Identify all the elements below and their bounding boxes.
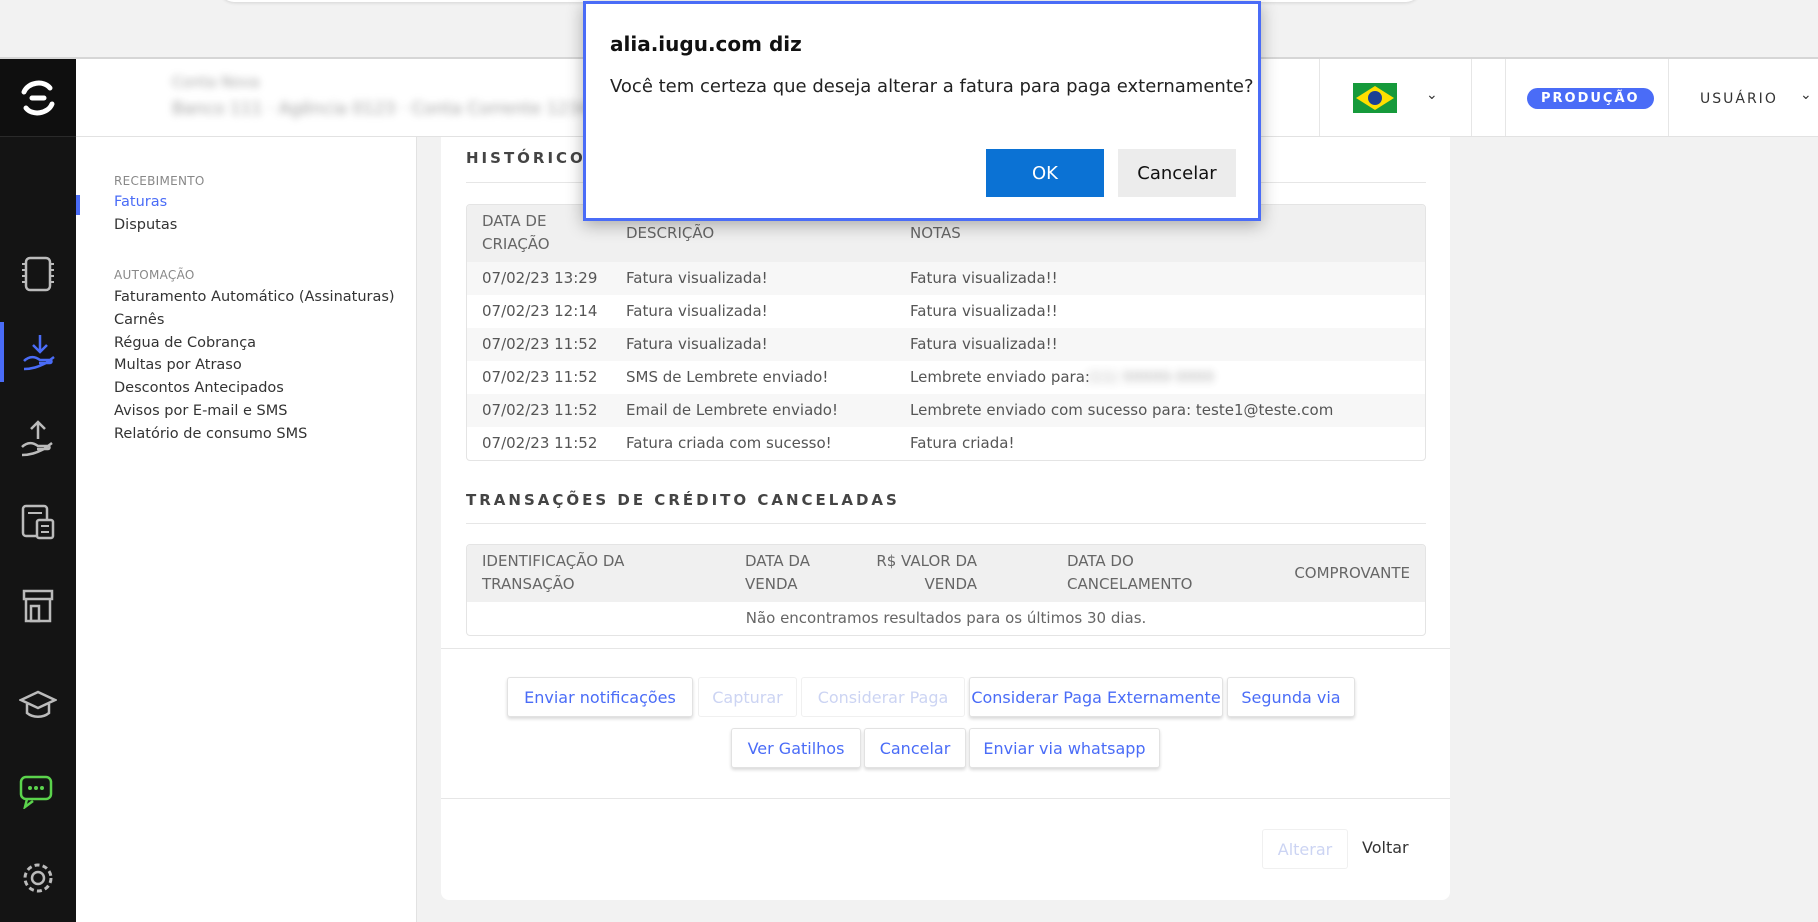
section-sidebar: RECEBIMENTO Faturas Disputas AUTOMAÇÃO F… <box>76 137 417 922</box>
icon-sidebar <box>0 59 76 922</box>
redacted-phone: (11) 99999-9999 <box>1087 368 1214 386</box>
sidebar-item-regua-cobranca[interactable]: Régua de Cobrança <box>114 335 256 351</box>
iugu-logo[interactable] <box>0 59 76 137</box>
nav-invoice-icon[interactable] <box>0 244 76 304</box>
user-menu[interactable]: USUÁRIO <box>1700 91 1778 107</box>
considerar-paga-button[interactable]: Considerar Paga <box>801 677 965 717</box>
col-identificacao: IDENTIFICAÇÃO DA TRANSAÇÃO <box>482 552 625 593</box>
row-note: Fatura visualizada!! <box>910 335 1058 353</box>
account-name: Conta Nova <box>172 73 260 91</box>
dialog-message: Você tem certeza que deseja alterar a fa… <box>610 76 1254 97</box>
language-chevron-down-icon[interactable]: ⌄ <box>1426 87 1438 103</box>
nav-education-icon[interactable] <box>0 675 76 735</box>
table-row: 07/02/23 12:14 Fatura visualizada! Fatur… <box>467 295 1425 328</box>
sidebar-item-descontos[interactable]: Descontos Antecipados <box>114 380 284 396</box>
sidebar-item-relatorio-sms[interactable]: Relatório de consumo SMS <box>114 426 307 442</box>
row-note: Lembrete enviado para: <box>910 368 1090 386</box>
sidebar-item-disputas[interactable]: Disputas <box>114 217 177 233</box>
row-note: Fatura criada! <box>910 434 1015 452</box>
table-row: 07/02/23 11:52 Email de Lembrete enviado… <box>467 394 1425 427</box>
environment-badge: PRODUÇÃO <box>1527 88 1654 109</box>
cancelar-invoice-button[interactable]: Cancelar <box>864 728 966 768</box>
sidebar-item-carnes[interactable]: Carnês <box>114 312 164 328</box>
col-valor-venda: R$ VALOR DA VENDA <box>876 552 977 593</box>
nav-gear-icon[interactable] <box>0 848 76 908</box>
row-date: 07/02/23 11:52 <box>482 434 598 452</box>
header-separator <box>1505 59 1506 136</box>
dialog-ok-button[interactable]: OK <box>986 149 1104 197</box>
col-comprovante: COMPROVANTE <box>1294 564 1410 582</box>
invoice-card: HISTÓRICO DATA DE CRIAÇÃO DESCRIÇÃO NOTA… <box>441 137 1450 900</box>
table-row: 07/02/23 11:52 Fatura criada com sucesso… <box>467 427 1425 460</box>
divider <box>441 648 1450 649</box>
dialog-title: alia.iugu.com diz <box>610 32 802 56</box>
col-data-venda: DATA DA VENDA <box>745 552 810 593</box>
historico-title: HISTÓRICO <box>466 149 586 167</box>
historico-table: DATA DE CRIAÇÃO DESCRIÇÃO NOTAS 07/02/23… <box>466 204 1426 461</box>
segunda-via-button[interactable]: Segunda via <box>1227 677 1355 717</box>
account-info: Conta Nova Banco 111 · Agência 0123 · Co… <box>172 73 612 123</box>
divider <box>466 523 1426 524</box>
table-header: IDENTIFICAÇÃO DA TRANSAÇÃO DATA DA VENDA… <box>467 545 1425 602</box>
capturar-button[interactable]: Capturar <box>698 677 797 717</box>
row-desc: Fatura visualizada! <box>626 302 768 320</box>
dialog-cancel-button[interactable]: Cancelar <box>1118 149 1236 197</box>
enviar-notificacoes-button[interactable]: Enviar notificações <box>507 677 693 717</box>
user-chevron-down-icon[interactable]: ⌄ <box>1800 87 1812 103</box>
row-desc: Fatura criada com sucesso! <box>626 434 832 452</box>
active-indicator <box>76 195 80 215</box>
nav-store-icon[interactable] <box>0 576 76 636</box>
transacoes-table: IDENTIFICAÇÃO DA TRANSAÇÃO DATA DA VENDA… <box>466 544 1426 636</box>
divider <box>441 798 1450 799</box>
row-date: 07/02/23 11:52 <box>482 335 598 353</box>
voltar-link[interactable]: Voltar <box>1362 838 1409 857</box>
account-bank: Banco 111 · Agência 0123 · Conta Corrent… <box>172 99 601 119</box>
row-date: 07/02/23 11:52 <box>482 368 598 386</box>
transacoes-title: TRANSAÇÕES DE CRÉDITO CANCELADAS <box>466 491 900 509</box>
section-title-recebimento: RECEBIMENTO <box>114 174 205 188</box>
logo-icon <box>21 80 55 115</box>
row-date: 07/02/23 13:29 <box>482 269 598 287</box>
header-separator <box>1471 59 1472 136</box>
header-separator <box>1319 59 1320 136</box>
table-row: 07/02/23 11:52 Fatura visualizada! Fatur… <box>467 328 1425 361</box>
confirm-dialog: alia.iugu.com diz Você tem certeza que d… <box>583 1 1261 221</box>
col-descricao: DESCRIÇÃO <box>626 224 715 242</box>
sidebar-item-multas[interactable]: Multas por Atraso <box>114 357 242 373</box>
nav-send-icon[interactable] <box>0 408 76 468</box>
row-note: Fatura visualizada!! <box>910 302 1058 320</box>
table-body: 07/02/23 13:29 Fatura visualizada! Fatur… <box>467 262 1425 460</box>
col-data-cancelamento: DATA DO CANCELAMENTO <box>1067 552 1193 593</box>
col-notas: NOTAS <box>910 224 961 242</box>
section-title-automacao: AUTOMAÇÃO <box>114 268 195 282</box>
row-desc: Email de Lembrete enviado! <box>626 401 838 419</box>
ver-gatilhos-button[interactable]: Ver Gatilhos <box>731 728 861 768</box>
row-date: 07/02/23 11:52 <box>482 401 598 419</box>
considerar-paga-externamente-button[interactable]: Considerar Paga Externamente <box>969 677 1223 717</box>
row-desc: Fatura visualizada! <box>626 269 768 287</box>
row-date: 07/02/23 12:14 <box>482 302 598 320</box>
row-desc: Fatura visualizada! <box>626 335 768 353</box>
row-note: Fatura visualizada!! <box>910 269 1058 287</box>
brazil-flag-icon[interactable] <box>1353 83 1397 117</box>
nav-calculator-icon[interactable] <box>0 492 76 552</box>
nav-receive-icon[interactable] <box>0 322 76 382</box>
alterar-button[interactable]: Alterar <box>1262 829 1348 869</box>
enviar-whatsapp-button[interactable]: Enviar via whatsapp <box>969 728 1160 768</box>
sidebar-item-faturas[interactable]: Faturas <box>114 194 167 210</box>
header-separator <box>1668 59 1669 136</box>
col-data-criacao: DATA DE CRIAÇÃO <box>482 212 550 253</box>
empty-message: Não encontramos resultados para os últim… <box>745 609 1147 627</box>
sidebar-item-avisos[interactable]: Avisos por E-mail e SMS <box>114 403 287 419</box>
sidebar-item-faturamento-automatico[interactable]: Faturamento Automático (Assinaturas) <box>114 289 395 305</box>
row-note: Lembrete enviado com sucesso para: teste… <box>910 401 1334 419</box>
table-row: 07/02/23 11:52 SMS de Lembrete enviado! … <box>467 361 1425 394</box>
row-desc: SMS de Lembrete enviado! <box>626 368 829 386</box>
nav-chat-icon[interactable] <box>0 761 76 821</box>
table-row: 07/02/23 13:29 Fatura visualizada! Fatur… <box>467 262 1425 295</box>
